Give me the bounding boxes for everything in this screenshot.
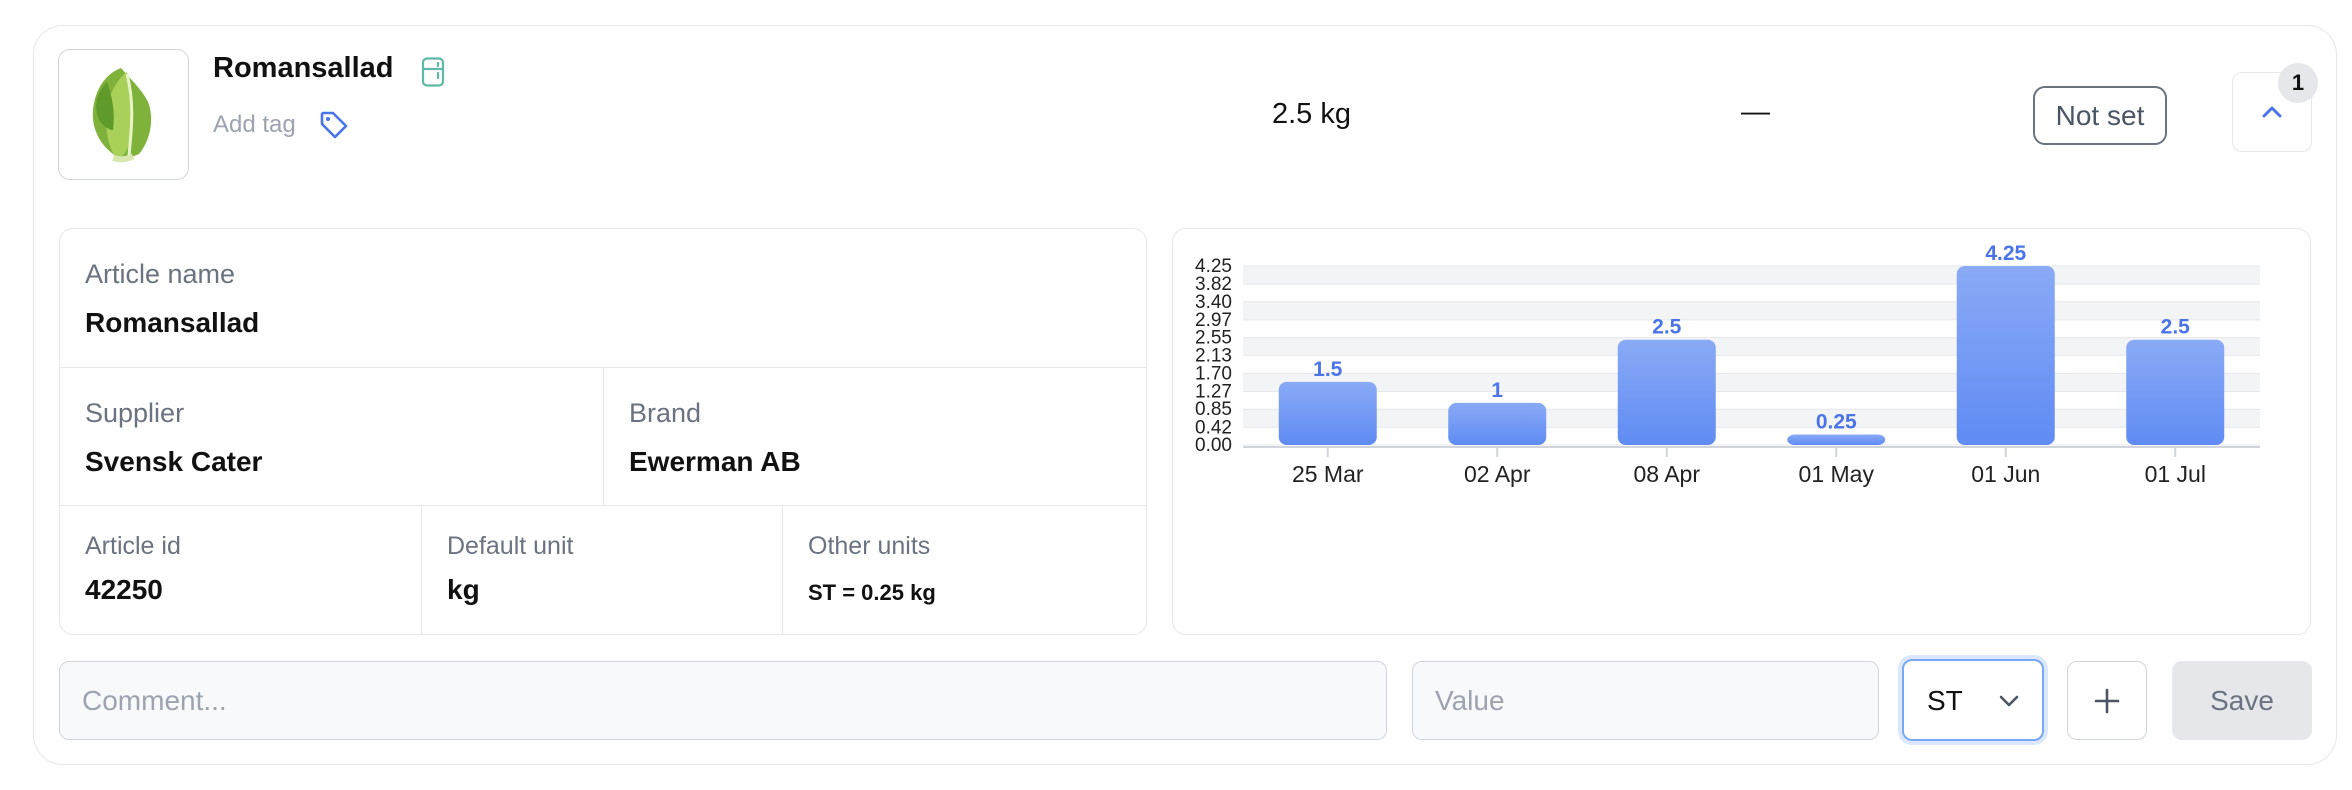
add-tag-link[interactable]: Add tag [213,111,296,139]
other-units-cell: Other units ST = 0.25 kg [782,506,1146,634]
default-unit-value: kg [447,574,480,605]
x-tick-label: 01 Jul [2145,461,2206,487]
save-button[interactable]: Save [2172,661,2312,740]
bar-value-label: 0.25 [1816,410,1857,433]
bar [1278,381,1377,445]
bar [1956,266,2055,445]
bar-chart-svg: 0.000.420.851.271.702.132.552.973.403.82… [1195,242,2260,487]
chevron-up-icon [2262,106,2282,118]
article-name-value: Romansallad [85,307,260,338]
x-tick-label: 02 Apr [1464,461,1531,487]
x-tick-label: 01 Jun [1971,461,2040,487]
y-tick-label: 3.82 [1195,274,1232,295]
add-button[interactable] [2067,661,2147,740]
bar-value-label: 2.5 [1652,316,1682,339]
bar-value-label: 4.25 [1985,242,2026,265]
bar [1787,434,1886,445]
details-row-name: Article name Romansallad [60,229,1146,368]
product-title: Romansallad [213,52,394,84]
brand-cell: Brand Ewerman AB [603,368,1146,505]
unit-selected-value: ST [1927,685,1963,716]
count-badge: 1 [2278,63,2318,103]
grid-band [1243,266,2260,285]
chevron-down-icon [1999,695,2019,707]
y-tick-label: 1.27 [1195,382,1232,403]
fridge-icon [421,57,445,87]
bar-value-label: 1.5 [1313,358,1343,381]
article-id-cell: Article id 42250 [60,506,421,634]
plus-icon [2094,688,2120,713]
bar [1617,339,1716,445]
article-name-cell: Article name Romansallad [60,229,1146,367]
unit-select[interactable]: ST [1902,659,2044,741]
other-units-value: ST = 0.25 kg [808,580,936,605]
consumption-chart: 0.00 0.42 0.85 1.27 1.70 2.13 2.55 2.97 3.40 3.82… [1172,228,2311,635]
quantity-value: 2.5 kg [1272,98,1351,130]
brand-label: Brand [629,398,702,428]
comment-input[interactable] [59,661,1387,740]
supplier-value: Svensk Cater [85,446,263,477]
bar-value-label: 1 [1491,379,1503,402]
supplier-cell: Supplier Svensk Cater [60,368,603,505]
product-image [58,49,189,180]
tag-icon[interactable] [318,109,350,141]
grid-band [1243,409,2260,428]
bar [1448,402,1547,445]
x-tick-label: 08 Apr [1634,461,1701,487]
article-id-label: Article id [85,532,181,560]
supplier-label: Supplier [85,398,185,428]
brand-value: Ewerman AB [629,446,801,477]
x-tick-label: 25 Mar [1292,461,1364,487]
default-unit-cell: Default unit kg [421,506,782,634]
status-not-set-button[interactable]: Not set [2033,86,2167,145]
default-unit-label: Default unit [447,532,574,560]
other-units-label: Other units [808,532,931,560]
details-row-supplier-brand: Supplier Svensk Cater Brand Ewerman AB [60,368,1146,506]
grid-band [1243,337,2260,356]
value-input[interactable] [1412,661,1879,740]
y-tick-label: 2.97 [1195,310,1232,331]
empty-value-dash: — [1741,96,1770,128]
bar-value-label: 2.5 [2161,316,2191,339]
y-tick-label: 0.42 [1195,417,1232,438]
y-tick-label: 4.25 [1195,256,1232,277]
grid-band [1243,373,2260,392]
y-tick-label: 1.70 [1195,363,1232,384]
article-name-label: Article name [85,259,236,289]
article-details-panel: Article name Romansallad Supplier Svensk… [59,228,1147,635]
article-id-value: 42250 [85,574,163,605]
details-row-ids: Article id 42250 Default unit kg Other u… [60,506,1146,634]
x-tick-label: 01 May [1799,461,1875,487]
bar [2126,339,2225,445]
grid-band [1243,301,2260,320]
